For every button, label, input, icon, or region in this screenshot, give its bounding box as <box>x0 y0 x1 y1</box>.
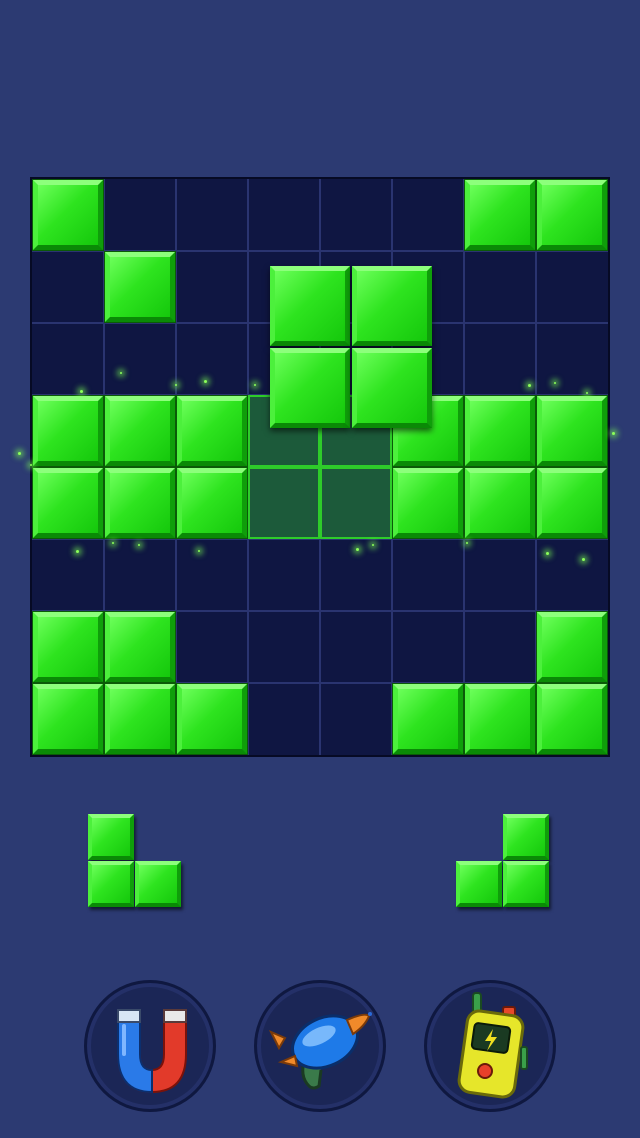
board-block <box>33 396 103 466</box>
tray-piece-block <box>88 814 134 860</box>
sparkle <box>198 550 200 552</box>
board-block <box>177 468 247 538</box>
placement-hint-cell <box>248 467 320 539</box>
board-block <box>177 684 247 754</box>
sparkle <box>582 558 585 561</box>
board-block <box>465 396 535 466</box>
board-block <box>33 468 103 538</box>
sparkle <box>528 384 531 387</box>
board-block <box>465 180 535 250</box>
board-block <box>177 396 247 466</box>
board-block <box>33 180 103 250</box>
sparkle <box>554 382 556 384</box>
tray-piece-block <box>503 814 549 860</box>
sparkle <box>466 542 468 544</box>
board-block <box>537 468 607 538</box>
magnet-icon <box>117 1009 187 1094</box>
sparkle <box>204 380 207 383</box>
sparkle <box>586 392 588 394</box>
sparkle <box>356 548 359 551</box>
board-block <box>105 468 175 538</box>
walkie-talkie-booster-button[interactable] <box>424 980 556 1112</box>
board-block <box>393 684 463 754</box>
board-block <box>105 612 175 682</box>
board-block <box>537 396 607 466</box>
sparkle <box>546 552 549 555</box>
board-block <box>537 684 607 754</box>
sparkle <box>612 432 615 435</box>
sparkle <box>120 372 122 374</box>
dragged-piece-block <box>352 348 432 428</box>
board-block <box>105 252 175 322</box>
sparkle <box>112 542 114 544</box>
sparkle <box>175 384 177 386</box>
rocket-booster-button[interactable] <box>254 980 386 1112</box>
sparkle <box>138 544 140 546</box>
dragged-piece[interactable] <box>270 266 434 430</box>
walkie-talkie-icon <box>457 992 528 1099</box>
placement-hint-cell <box>320 467 392 539</box>
board-block <box>105 684 175 754</box>
board-block <box>105 396 175 466</box>
dragged-piece-block <box>270 266 350 346</box>
dragged-piece-block <box>352 266 432 346</box>
board-block <box>465 684 535 754</box>
sparkle <box>30 464 32 466</box>
sparkle <box>254 384 256 386</box>
magnet-booster-button[interactable] <box>84 980 216 1112</box>
board-block <box>33 612 103 682</box>
sparkle <box>18 452 21 455</box>
tray-piece-block <box>456 861 502 907</box>
sparkle <box>76 550 79 553</box>
tray-piece-block <box>503 861 549 907</box>
board-block <box>393 468 463 538</box>
sparkle <box>372 544 374 546</box>
dragged-piece-block <box>270 348 350 428</box>
rocket-blaster-icon <box>268 1012 372 1090</box>
tray-piece-block <box>135 861 181 907</box>
board-block <box>537 180 607 250</box>
board-block <box>33 684 103 754</box>
sparkle <box>80 390 83 393</box>
board-block <box>537 612 607 682</box>
game-board[interactable] <box>30 177 610 757</box>
grid-line <box>463 179 465 755</box>
tray-piece-block <box>88 861 134 907</box>
board-block <box>465 468 535 538</box>
